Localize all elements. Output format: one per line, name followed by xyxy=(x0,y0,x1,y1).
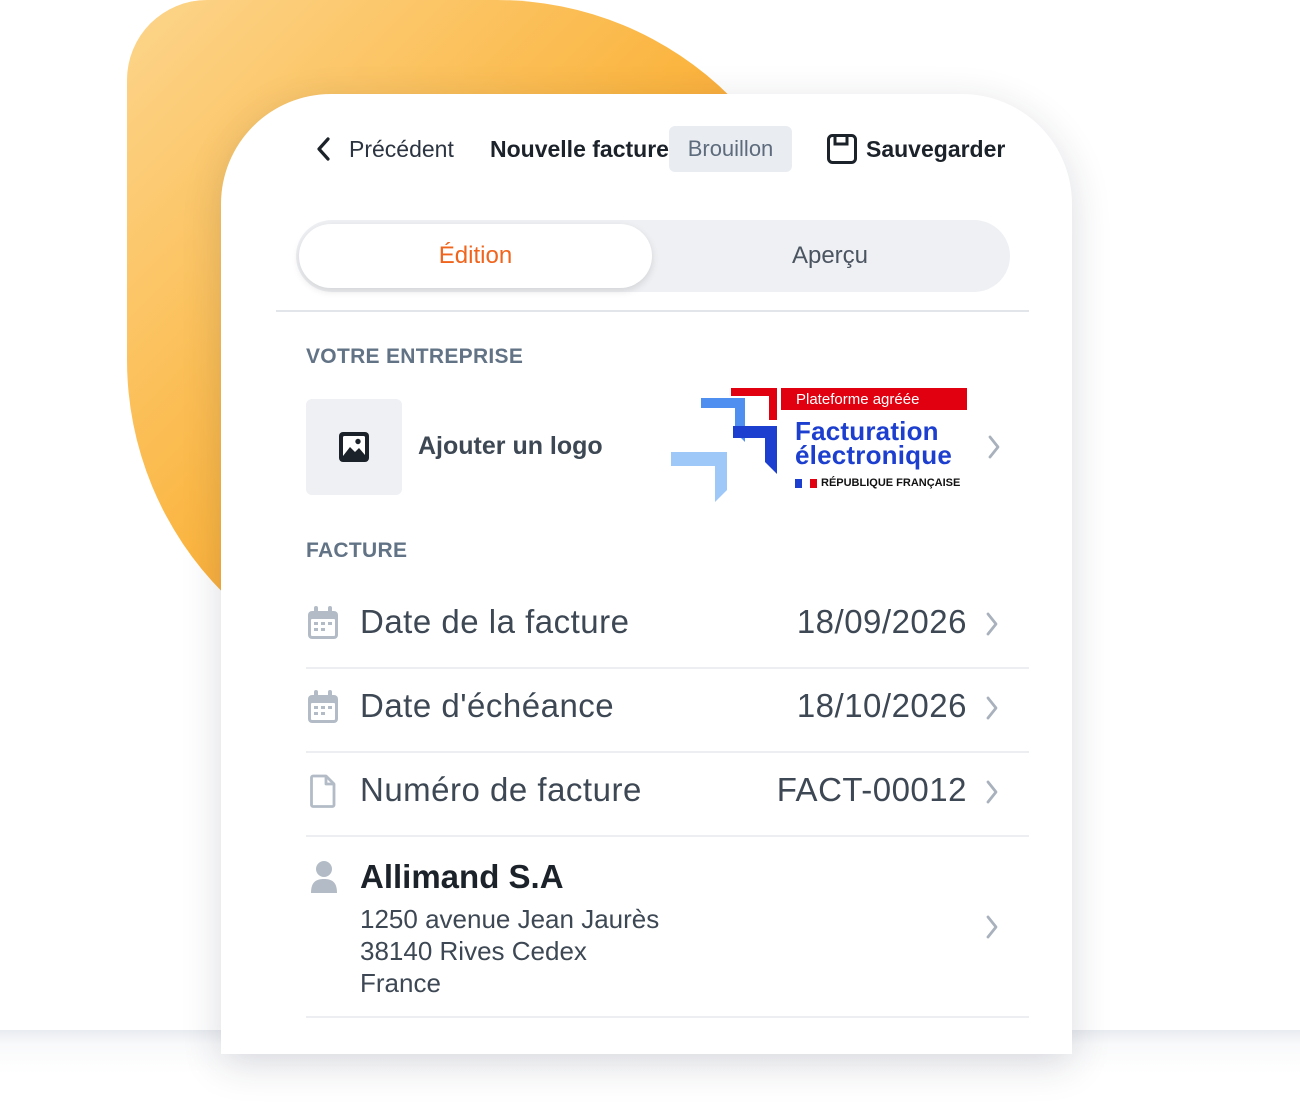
chevron-right-icon[interactable] xyxy=(987,434,1001,460)
save-icon xyxy=(827,134,857,164)
divider xyxy=(276,310,1029,312)
document-icon xyxy=(310,774,336,808)
back-button[interactable]: Précédent xyxy=(313,130,454,168)
back-label: Précédent xyxy=(349,135,454,162)
image-icon xyxy=(339,432,369,462)
marianne-arrows-icon xyxy=(671,388,777,502)
republique-mention: RÉPUBLIQUE FRANÇAISE xyxy=(795,477,960,489)
app-screen: Précédent Nouvelle facture Brouillon Sau… xyxy=(221,94,1072,1054)
row-value: FACT-00012 xyxy=(776,771,967,808)
chevron-left-icon xyxy=(317,137,330,161)
row-label: Numéro de facture xyxy=(360,771,642,808)
chevron-right-icon xyxy=(986,612,998,636)
certification-title-line2: électronique xyxy=(795,440,952,470)
client-row[interactable]: Allimand S.A 1250 avenue Jean Jaurès 381… xyxy=(306,836,1029,1018)
row-label: Date d'échéance xyxy=(360,687,615,724)
certification-ribbon: Plateforme agréée xyxy=(781,388,967,410)
save-button[interactable]: Sauvegarder xyxy=(826,130,1005,168)
person-icon xyxy=(311,861,337,893)
chevron-right-icon xyxy=(986,696,998,720)
top-bar: Précédent Nouvelle facture Brouillon Sau… xyxy=(221,124,1072,174)
page-title: Nouvelle facture xyxy=(490,136,669,162)
french-flag-icon xyxy=(795,478,817,488)
client-name: Allimand S.A xyxy=(360,858,564,895)
section-title-invoice: FACTURE xyxy=(306,539,408,562)
republique-label: RÉPUBLIQUE FRANÇAISE xyxy=(821,477,961,489)
client-country: France xyxy=(360,968,441,998)
section-title-company: VOTRE ENTREPRISE xyxy=(306,345,524,368)
status-badge: Brouillon xyxy=(669,126,792,172)
due-date-row[interactable]: Date d'échéance 18/10/2026 xyxy=(306,667,1029,753)
calendar-icon xyxy=(308,690,338,723)
tab-edition[interactable]: Édition xyxy=(299,224,652,288)
client-address-line2: 38140 Rives Cedex xyxy=(360,936,587,966)
client-address-line1: 1250 avenue Jean Jaurès xyxy=(360,904,660,934)
add-logo-button[interactable] xyxy=(306,399,402,495)
row-value: 18/09/2026 xyxy=(796,603,967,640)
row-value: 18/10/2026 xyxy=(796,687,967,724)
invoice-number-row[interactable]: Numéro de facture FACT-00012 xyxy=(306,751,1029,837)
row-label: Date de la facture xyxy=(360,603,630,640)
certification-badge[interactable]: Plateforme agréée Facturation électroniq… xyxy=(671,386,971,504)
invoice-date-row[interactable]: Date de la facture 18/09/2026 xyxy=(306,583,1029,669)
tab-apercu[interactable]: Aperçu xyxy=(654,224,1006,288)
add-logo-label[interactable]: Ajouter un logo xyxy=(418,432,603,461)
view-switcher: Édition Aperçu xyxy=(296,220,1010,292)
save-label: Sauvegarder xyxy=(866,135,1006,162)
calendar-icon xyxy=(308,606,338,639)
chevron-right-icon xyxy=(986,915,998,939)
chevron-right-icon xyxy=(986,780,998,804)
